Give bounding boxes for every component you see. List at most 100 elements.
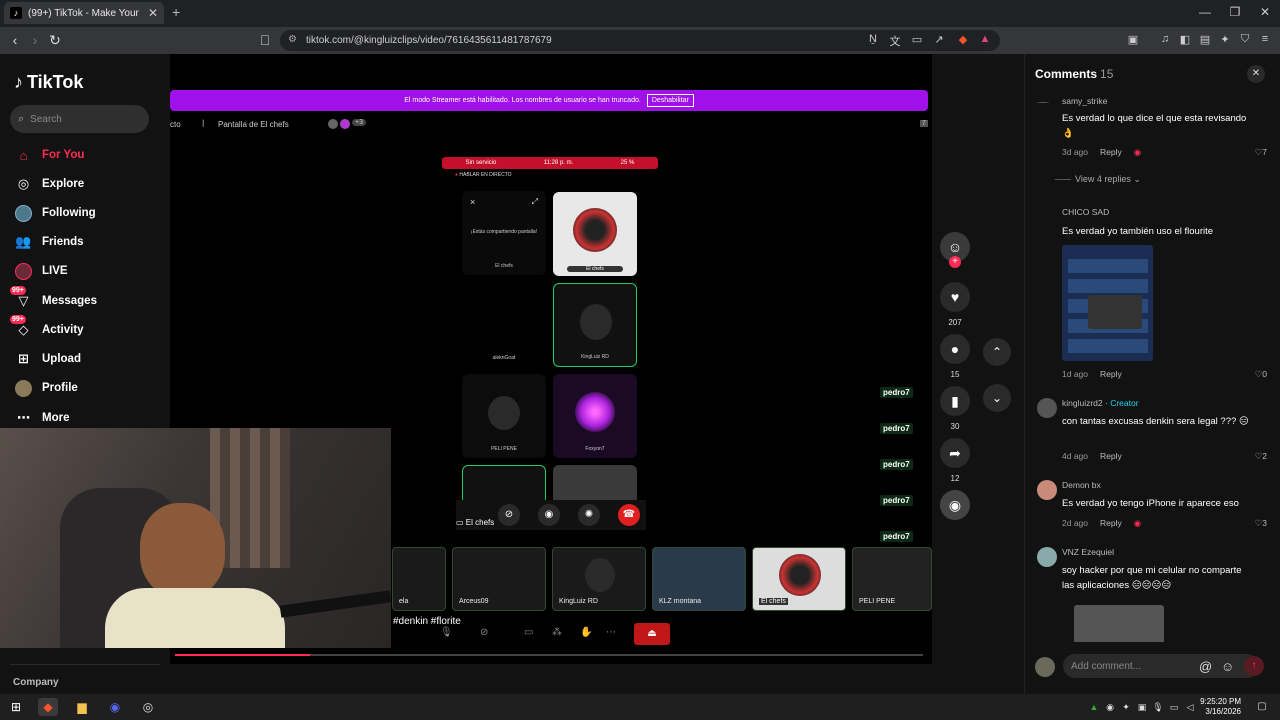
close-window-button[interactable]: ✕ bbox=[1250, 5, 1280, 19]
like-button[interactable]: ♥ 207 bbox=[940, 282, 970, 327]
bottom-tile-avatar bbox=[779, 554, 821, 596]
comment-username[interactable]: Demon bx bbox=[1062, 480, 1101, 490]
maximize-button[interactable]: ❐ bbox=[1220, 5, 1250, 19]
comment-image[interactable] bbox=[1062, 245, 1153, 361]
logo-text: TikTok bbox=[27, 72, 84, 92]
stream-left-label: cto bbox=[170, 120, 181, 129]
new-tab-button[interactable]: + bbox=[172, 4, 180, 20]
reply-button[interactable]: Reply bbox=[1100, 147, 1122, 158]
file-explorer-icon[interactable]: ▆ bbox=[72, 698, 92, 716]
comment-image[interactable] bbox=[1074, 605, 1164, 642]
bottom-tile: ela bbox=[392, 547, 446, 611]
share-icon[interactable]: ↗ bbox=[932, 33, 946, 46]
menu-icon[interactable]: ≡ bbox=[1258, 33, 1272, 45]
participant-tile-alekn: aleknGoat bbox=[462, 283, 546, 367]
view-replies-button[interactable]: View 4 replies ⌄ bbox=[1055, 174, 1141, 185]
wallet-icon[interactable]: ▤ bbox=[1198, 33, 1212, 46]
bookmark-icon[interactable]: ⎕ bbox=[256, 32, 274, 49]
reload-icon[interactable]: ↻ bbox=[46, 32, 64, 49]
search-icon: ⌕ bbox=[18, 112, 25, 125]
strip-name: pedro7 bbox=[880, 531, 913, 542]
close-comments-button[interactable]: ✕ bbox=[1247, 65, 1265, 83]
no-translate-icon[interactable]: Ṉ bbox=[866, 33, 880, 45]
sidebar-item-friends[interactable]: 👥 Friends bbox=[14, 232, 154, 252]
reader-mode-icon[interactable]: ▣ bbox=[1126, 33, 1140, 46]
emoji-icon[interactable]: ☺ bbox=[1221, 659, 1234, 674]
sidebar-item-live[interactable]: LIVE bbox=[14, 261, 154, 281]
reply-button[interactable]: Reply bbox=[1100, 518, 1122, 529]
next-video-button[interactable]: ⌄ bbox=[983, 384, 1011, 412]
sidebar-item-following[interactable]: Following bbox=[14, 203, 154, 223]
comment-like-button[interactable]: ♡3 bbox=[1255, 518, 1267, 529]
leo-ai-icon[interactable]: ✦ bbox=[1218, 33, 1232, 46]
back-icon[interactable]: ‹ bbox=[6, 32, 24, 48]
music-disc-button[interactable]: ◉ bbox=[940, 490, 970, 520]
mention-icon[interactable]: @ bbox=[1199, 659, 1212, 674]
comments-count: 15 bbox=[1100, 67, 1114, 81]
notification-icon[interactable]: ▢ bbox=[1252, 698, 1272, 716]
video-hashtags[interactable]: #denkin #florite bbox=[393, 616, 461, 627]
share-button[interactable]: ➦ 12 bbox=[940, 438, 970, 483]
comment-avatar[interactable] bbox=[1037, 480, 1057, 500]
comments-title: Comments bbox=[1035, 67, 1098, 81]
phone-carrier: Sin servicio bbox=[465, 160, 497, 166]
tiktok-favicon-icon: ♪ bbox=[10, 7, 22, 19]
tab-close-icon[interactable]: ✕ bbox=[148, 6, 158, 20]
clock-time: 9:25:20 PM bbox=[1200, 697, 1241, 706]
tiktok-note-icon: ♪ bbox=[14, 72, 23, 92]
taskbar-clock[interactable]: 9:25:20 PM 3/16/2026 bbox=[1196, 697, 1241, 717]
sidebar-item-activity[interactable]: ◇ 99+ Activity bbox=[10, 314, 154, 340]
minimize-button[interactable]: — bbox=[1190, 5, 1220, 19]
music-icon[interactable]: ♫ bbox=[1158, 33, 1172, 45]
send-comment-button[interactable]: ↑ bbox=[1244, 656, 1264, 676]
creator-avatar-button[interactable]: ☺ + bbox=[940, 232, 970, 268]
sidebar-item-profile[interactable]: Profile bbox=[14, 378, 154, 398]
forward-icon[interactable]: › bbox=[26, 32, 44, 48]
brave-shields-icon[interactable]: ◆ bbox=[956, 33, 970, 46]
add-comment-input[interactable]: Add comment... @ ☺ bbox=[1063, 654, 1259, 678]
sidebar-item-more[interactable]: ⋯ More bbox=[14, 408, 154, 428]
url-text: tiktok.com/@kingluizclips/video/76164356… bbox=[306, 35, 552, 46]
save-button[interactable]: ▮ 30 bbox=[940, 386, 970, 431]
follow-plus-icon[interactable]: + bbox=[949, 256, 961, 268]
discord-icon[interactable]: ◉ bbox=[105, 698, 125, 716]
cast-icon[interactable]: ▭ bbox=[910, 33, 924, 46]
comment-age: 4d ago bbox=[1062, 451, 1088, 461]
comment-avatar[interactable] bbox=[1037, 398, 1057, 418]
sidebar-item-explore[interactable]: ◎ Explore bbox=[14, 174, 154, 194]
sidebar-toggle-icon[interactable]: ◧ bbox=[1178, 33, 1192, 46]
comment-username[interactable]: samy_strike bbox=[1062, 96, 1107, 106]
comment-avatar[interactable] bbox=[1037, 102, 1049, 103]
sidebar-item-for-you[interactable]: ⌂ For You bbox=[14, 145, 154, 165]
browser-tab[interactable]: ♪ (99+) TikTok - Make Your Day ✕ bbox=[4, 2, 164, 24]
previous-video-button[interactable]: ⌃ bbox=[983, 338, 1011, 366]
comment-like-button[interactable]: ♡7 bbox=[1255, 147, 1267, 158]
reply-button[interactable]: Reply bbox=[1100, 451, 1122, 461]
site-info-icon[interactable]: ⚙ bbox=[288, 34, 297, 45]
sidebar-item-messages[interactable]: ▽ 99+ Messages bbox=[10, 285, 154, 311]
comment-button[interactable]: ● 15 bbox=[940, 334, 970, 379]
disable-streamer-button[interactable]: Deshabilitar bbox=[646, 94, 694, 107]
comment-username[interactable]: VNZ Ezequiel bbox=[1062, 547, 1114, 557]
comment-username[interactable]: kingluizrd2 · Creator bbox=[1062, 398, 1139, 408]
obs-icon[interactable]: ◎ bbox=[138, 698, 158, 716]
comment-avatar[interactable] bbox=[1037, 547, 1057, 567]
call-name: ▭ El chefs bbox=[456, 518, 495, 527]
tiktok-logo[interactable]: ♪ TikTok bbox=[14, 72, 83, 93]
company-link[interactable]: Company bbox=[13, 677, 59, 688]
windows-start-icon[interactable]: ⊞ bbox=[6, 698, 26, 716]
brave-taskbar-icon[interactable]: ◆ bbox=[38, 698, 58, 716]
comment-username[interactable]: CHICO SAD bbox=[1062, 207, 1109, 217]
reply-button[interactable]: Reply bbox=[1100, 369, 1122, 379]
foxyon-avatar bbox=[575, 392, 615, 432]
comment-like-button[interactable]: ♡0 bbox=[1255, 369, 1267, 380]
sidebar-item-upload[interactable]: ⊞ Upload bbox=[14, 349, 154, 369]
search-input[interactable]: ⌕ Search bbox=[10, 105, 149, 133]
vpn-shield-icon[interactable]: ⛉ bbox=[1238, 33, 1252, 46]
translate-icon[interactable]: 文 bbox=[888, 33, 902, 49]
video-progress-bar[interactable] bbox=[175, 654, 923, 656]
messages-badge: 99+ bbox=[10, 285, 26, 295]
streamer-mode-banner: El modo Streamer está habilitado. Los no… bbox=[170, 90, 928, 111]
comment-like-button[interactable]: ♡2 bbox=[1255, 451, 1267, 462]
brave-rewards-icon[interactable]: ▲ bbox=[978, 33, 992, 45]
